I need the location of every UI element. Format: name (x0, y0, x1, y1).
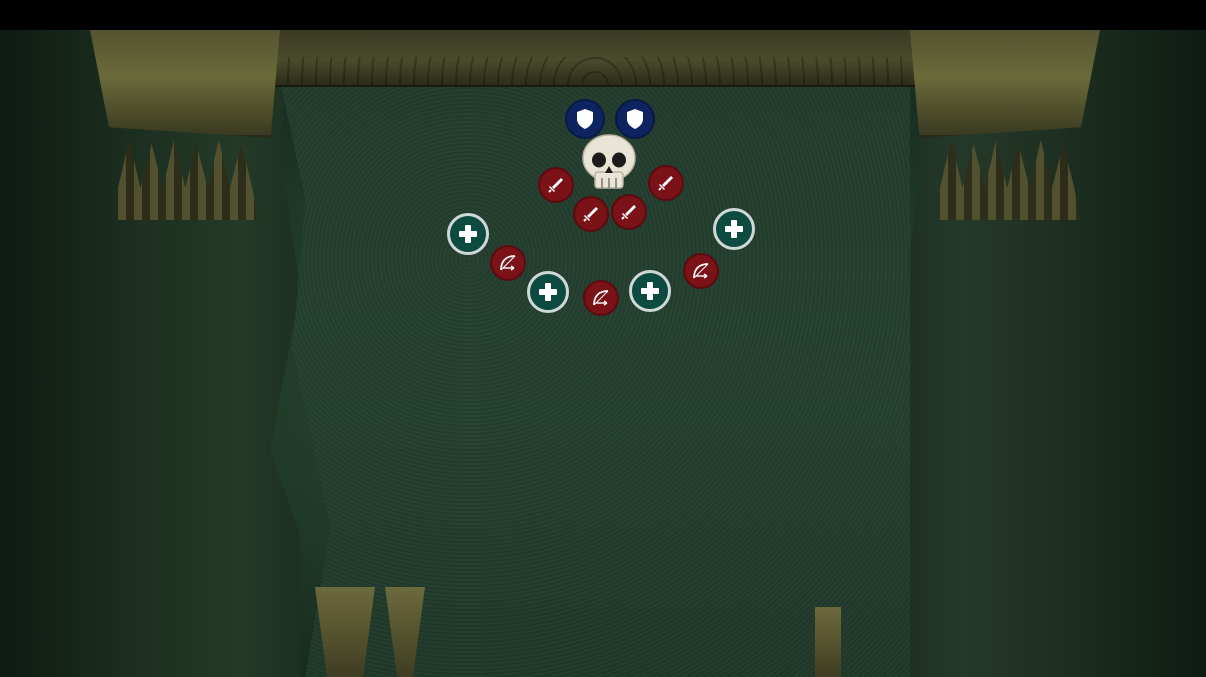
ranged-marker[interactable] (683, 253, 719, 289)
bottom-post-right (815, 607, 841, 677)
melee-marker[interactable] (611, 194, 647, 230)
ranged-marker[interactable] (490, 245, 526, 281)
healer-marker[interactable] (527, 271, 569, 313)
ceiling-arches (270, 30, 920, 87)
right-pillar (910, 30, 1100, 138)
sword-icon (548, 178, 563, 193)
sword-icon (658, 176, 673, 191)
plus-icon (539, 283, 557, 301)
sword-icon (621, 205, 636, 220)
plus-icon (725, 220, 743, 238)
healer-marker[interactable] (713, 208, 755, 250)
plus-icon (641, 282, 659, 300)
bow-icon (593, 290, 609, 306)
bow-icon (693, 263, 709, 279)
melee-marker[interactable] (573, 196, 609, 232)
healer-marker[interactable] (629, 270, 671, 312)
boss-marker[interactable] (578, 132, 640, 194)
left-pillar (90, 30, 280, 138)
plus-icon (459, 225, 477, 243)
melee-marker[interactable] (648, 165, 684, 201)
bow-icon (500, 255, 516, 271)
ranged-marker[interactable] (583, 280, 619, 316)
shield-icon (627, 109, 643, 129)
melee-marker[interactable] (538, 167, 574, 203)
top-black-bar (0, 0, 1206, 30)
healer-marker[interactable] (447, 213, 489, 255)
shield-icon (577, 109, 593, 129)
sword-icon (583, 207, 598, 222)
skull-icon (582, 134, 636, 189)
